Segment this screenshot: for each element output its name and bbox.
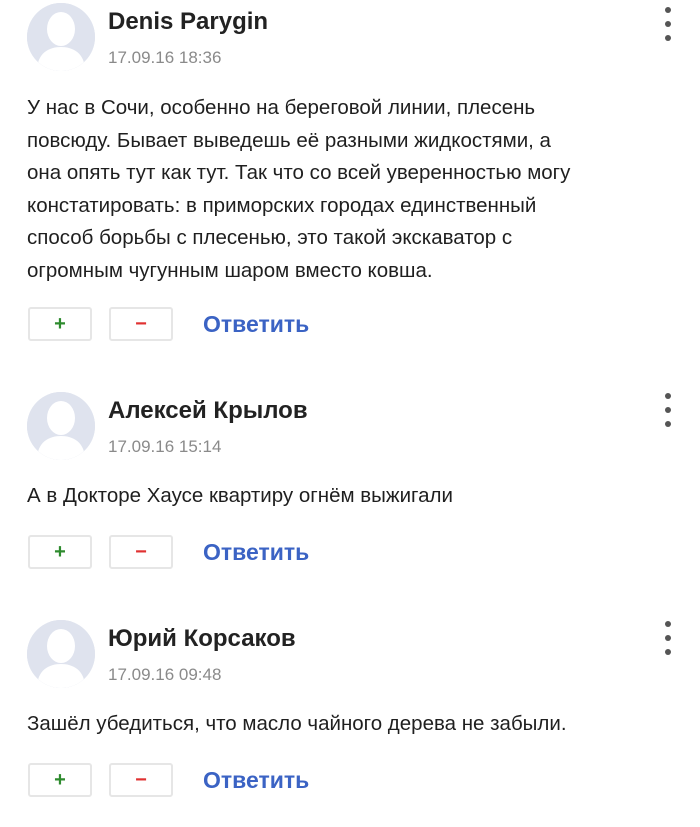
comment-author[interactable]: Алексей Крылов	[108, 397, 308, 425]
comment-text-line: она опять тут как тут. Так что со всей у…	[27, 161, 571, 184]
comment-date: 17.09.16 15:14	[108, 437, 222, 456]
user-silhouette-icon	[27, 620, 95, 688]
reply-button[interactable]: Ответить	[203, 539, 309, 566]
upvote-button[interactable]: +	[28, 535, 92, 569]
comment-date: 17.09.16 18:36	[108, 48, 222, 67]
plus-icon: +	[54, 769, 66, 791]
user-silhouette-icon	[27, 3, 95, 71]
more-options-icon[interactable]	[658, 621, 678, 655]
more-options-icon[interactable]	[658, 7, 678, 41]
downvote-button[interactable]: −	[109, 307, 173, 341]
minus-icon: −	[135, 541, 147, 563]
upvote-button[interactable]: +	[28, 763, 92, 797]
more-options-icon[interactable]	[658, 393, 678, 427]
comment-text-line: огромным чугунным шаром вместо ковша.	[27, 258, 433, 282]
comment-text-line: констатировать: в приморских городах еди…	[27, 193, 537, 217]
comment-text: А в Докторе Хаусе квартиру огнём выжигал…	[27, 480, 667, 513]
downvote-button[interactable]: −	[109, 535, 173, 569]
comment-text-line: повсюду. Бывает выведешь её разными жидк…	[27, 128, 551, 152]
minus-icon: −	[135, 313, 147, 335]
user-silhouette-icon	[27, 392, 95, 460]
comment-text-line: А в Докторе Хаусе квартиру огнём выжигал…	[27, 484, 453, 507]
downvote-button[interactable]: −	[109, 763, 173, 797]
avatar[interactable]	[27, 620, 95, 688]
comment-text-line: У нас в Сочи, особенно на береговой лини…	[27, 96, 536, 119]
comment-date: 17.09.16 09:48	[108, 665, 222, 684]
comment-text: Зашёл убедиться, что масло чайного дерев…	[27, 708, 667, 741]
avatar[interactable]	[27, 392, 95, 460]
minus-icon: −	[135, 769, 147, 791]
comment-author[interactable]: Юрий Корсаков	[108, 625, 296, 653]
avatar[interactable]	[27, 3, 95, 71]
upvote-button[interactable]: +	[28, 307, 92, 341]
plus-icon: +	[54, 313, 66, 335]
comment-text-line: Зашёл убедиться, что масло чайного дерев…	[27, 712, 567, 735]
comment-author[interactable]: Denis Parygin	[108, 8, 268, 36]
reply-button[interactable]: Ответить	[203, 311, 309, 338]
plus-icon: +	[54, 541, 66, 563]
reply-button[interactable]: Ответить	[203, 767, 309, 794]
comment-text: У нас в Сочи, особенно на береговой лини…	[27, 92, 667, 287]
comment-text-line: способ борьбы с плесенью, это такой экск…	[27, 226, 513, 249]
